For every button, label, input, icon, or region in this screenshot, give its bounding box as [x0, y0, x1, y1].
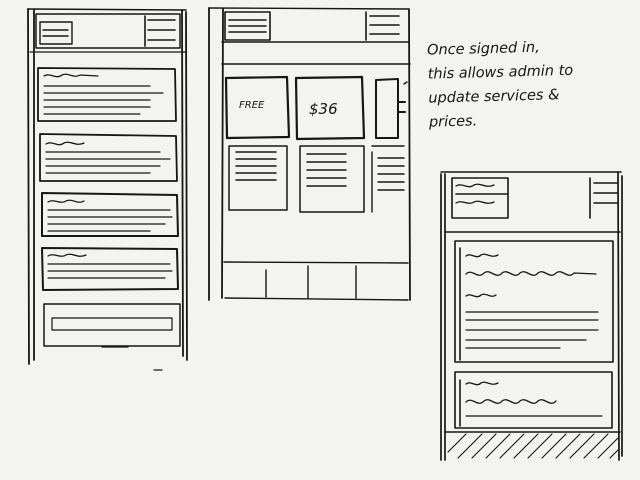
service-card-3[interactable] — [41, 192, 179, 237]
wireframe-admin-edit — [440, 171, 623, 461]
logo-placeholder — [451, 177, 509, 219]
price-label-paid: $36 — [309, 100, 338, 118]
wireframe-pricing: FREE $36 — [208, 7, 411, 301]
service-card-2[interactable] — [39, 133, 178, 182]
hamburger-menu-icon[interactable] — [144, 15, 176, 47]
pricing-card-partial[interactable] — [371, 78, 406, 213]
hamburger-menu-icon[interactable] — [589, 177, 618, 219]
service-card-1[interactable] — [37, 67, 177, 122]
pricing-card-paid[interactable]: $36 — [294, 75, 366, 213]
annotation-note: Once signed in, this allows admin to upd… — [427, 33, 629, 134]
service-card-4[interactable] — [41, 247, 179, 291]
footer-box — [43, 303, 181, 371]
hamburger-menu-icon[interactable] — [365, 11, 400, 41]
connector-mark — [403, 81, 408, 85]
editable-service-block-1[interactable] — [454, 240, 614, 363]
pricing-card-free[interactable]: FREE — [224, 75, 291, 211]
footer-hatched — [444, 431, 621, 459]
footer-nav — [223, 261, 409, 301]
price-label-free: FREE — [239, 100, 265, 111]
logo-placeholder — [39, 21, 73, 45]
wireframe-admin-list — [27, 8, 188, 371]
editable-service-block-2[interactable] — [454, 371, 613, 429]
logo-placeholder — [224, 11, 271, 41]
